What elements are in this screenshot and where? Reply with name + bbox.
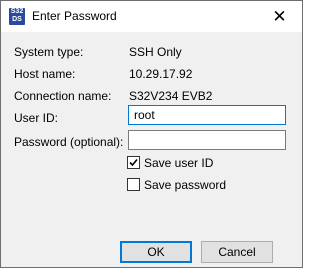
- user-id-field[interactable]: root: [128, 105, 286, 125]
- ok-button[interactable]: OK: [120, 241, 192, 263]
- s32ds-app-icon: S32 DS: [9, 8, 25, 25]
- connection-name-label: Connection name:: [14, 89, 112, 103]
- save-user-id-option[interactable]: Save user ID: [127, 156, 213, 170]
- system-type-label: System type:: [14, 45, 84, 59]
- password-label: Password (optional):: [14, 135, 124, 149]
- host-name-label: Host name:: [14, 67, 76, 81]
- checkmark-icon: [129, 158, 138, 167]
- title-bar: S32 DS Enter Password ✕: [1, 1, 302, 32]
- cancel-button[interactable]: Cancel: [201, 241, 273, 263]
- save-password-checkbox[interactable]: [127, 178, 140, 191]
- save-password-option[interactable]: Save password: [127, 178, 226, 192]
- save-password-label: Save password: [144, 178, 227, 192]
- system-type-value: SSH Only: [129, 45, 182, 59]
- save-user-id-label: Save user ID: [144, 156, 214, 170]
- password-field[interactable]: [128, 130, 286, 150]
- user-id-label: User ID:: [14, 111, 59, 125]
- close-icon[interactable]: ✕: [257, 1, 302, 32]
- connection-name-value: S32V234 EVB2: [129, 89, 213, 103]
- window-title: Enter Password: [32, 9, 117, 23]
- save-user-id-checkbox[interactable]: [127, 156, 140, 169]
- host-name-value: 10.29.17.92: [129, 67, 193, 81]
- enter-password-dialog: S32 DS Enter Password ✕ System type: SSH…: [0, 0, 303, 268]
